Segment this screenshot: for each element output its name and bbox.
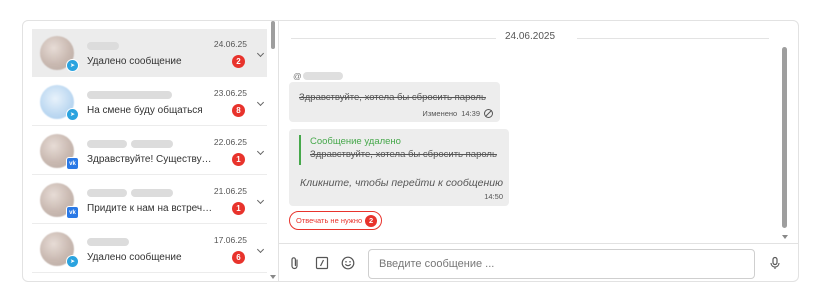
message-meta: Изменено 14:39 [422,109,493,118]
message-bubble[interactable]: Сообщение удалено Здравствуйте, хотела б… [289,129,509,206]
no-entry-icon [484,109,493,118]
conversation-preview: Здравствуйте! Существует... [87,154,215,165]
chevron-down-icon[interactable] [257,247,265,255]
unread-count-badge: 1 [232,202,245,215]
telegram-icon: ➤ [66,59,79,72]
conversation-preview: Удалено сообщение [87,252,182,263]
chat-scrollbar[interactable] [779,21,793,241]
telegram-icon: ➤ [66,108,79,121]
conversation-date: 23.06.25 [213,88,247,98]
conversation-item[interactable]: vk 22.06.25 Здравствуйте! Существует... … [32,127,267,175]
message-text: Здравствуйте, хотела бы сбросить пароль [299,92,486,103]
chevron-down-icon[interactable] [257,100,265,108]
message-input[interactable]: Введите сообщение ... [368,249,755,279]
vk-icon: vk [66,206,79,219]
chat-panel: 24.06.2025 @ Здравствуйте, хотела бы сбр… [279,21,798,281]
message-time: 14:50 [484,192,503,201]
contact-name-redacted [87,189,127,197]
conversation-item[interactable]: ➤ 17.06.25 Удалено сообщение 6 [32,225,267,273]
scroll-down-arrow-icon[interactable] [782,235,788,239]
emoji-icon[interactable] [341,256,355,270]
message-time: 14:39 [461,109,480,118]
message-composer: Введите сообщение ... [279,243,798,281]
paperclip-icon[interactable] [288,256,302,270]
vk-icon: vk [66,157,79,170]
edited-label: Изменено [422,109,458,118]
quote-title: Сообщение удалено [310,136,401,147]
separator-line [577,38,769,39]
no-reply-needed-chip[interactable]: Отвечать не нужно 2 [289,211,383,230]
conversation-date: 21.06.25 [213,186,247,196]
go-to-message-link[interactable]: Кликните, чтобы перейти к сообщению [300,177,503,189]
conversation-date: 22.06.25 [213,137,247,147]
messenger-window: ➤ 24.06.25 Удалено сообщение 2 ➤ 23.06.2… [22,20,799,282]
message-bubble[interactable]: Здравствуйте, хотела бы сбросить пароль … [289,82,500,122]
unread-count-badge: 6 [232,251,245,264]
chevron-down-icon[interactable] [257,51,265,59]
quoted-message[interactable]: Сообщение удалено Здравствуйте, хотела б… [299,135,499,165]
contact-name-redacted [87,140,127,148]
contact-name-redacted [131,140,173,148]
no-reply-count-badge: 2 [365,214,378,227]
contact-name-redacted [131,189,173,197]
conversation-date: 17.06.25 [213,235,247,245]
chevron-down-icon[interactable] [257,149,265,157]
quote-text: Здравствуйте, хотела бы сбросить пароль [310,149,497,160]
conversation-item[interactable]: vk 21.06.25 Придите к нам на встречу!...… [32,176,267,224]
conversation-preview: На смене буду общаться [87,105,203,116]
conversation-preview: Удалено сообщение [87,56,182,67]
contact-name-redacted [87,91,172,99]
sender-handle-redacted [303,72,343,80]
scroll-down-arrow-icon[interactable] [270,275,276,279]
unread-count-badge: 8 [232,104,245,117]
date-separator-label: 24.06.2025 [504,31,556,42]
conversation-preview: Придите к нам на встречу!... [87,203,215,214]
scrollbar-thumb[interactable] [271,21,275,49]
telegram-icon: ➤ [66,255,79,268]
microphone-icon[interactable] [768,256,782,270]
conversation-date: 24.06.25 [213,39,247,49]
chevron-down-icon[interactable] [257,198,265,206]
scrollbar-thumb[interactable] [782,47,787,228]
conversation-item[interactable]: ➤ 23.06.25 На смене буду общаться 8 [32,78,267,126]
date-separator: 24.06.2025 [291,31,769,45]
contact-name-redacted [87,42,119,50]
conversation-list: ➤ 24.06.25 Удалено сообщение 2 ➤ 23.06.2… [23,21,279,281]
template-icon[interactable] [315,256,329,270]
unread-count-badge: 2 [232,55,245,68]
sender-handle-prefix: @ [293,71,302,81]
conversation-list-scrollbar[interactable] [270,21,278,281]
no-reply-label: Отвечать не нужно [296,216,363,225]
conversation-item[interactable]: ➤ 24.06.25 Удалено сообщение 2 [32,29,267,77]
contact-name-redacted [87,238,129,246]
unread-count-badge: 1 [232,153,245,166]
